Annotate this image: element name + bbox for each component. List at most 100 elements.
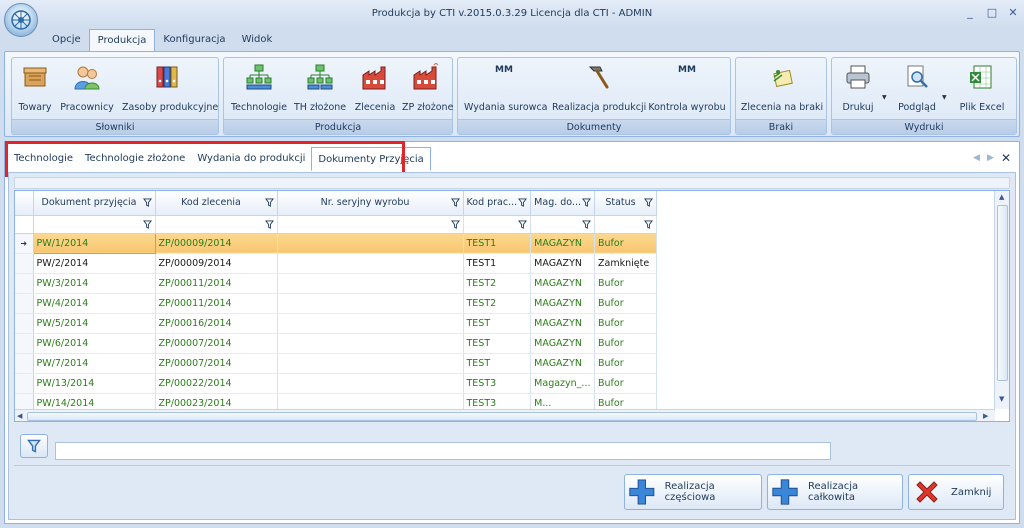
- cell-order[interactable]: ZP/00009/2014: [155, 233, 278, 254]
- plik-excel-button[interactable]: Plik Excel: [954, 61, 1010, 117]
- filter-cell[interactable]: [155, 215, 278, 234]
- column-filter-icon[interactable]: [518, 198, 528, 207]
- col-header-magazyn[interactable]: Mag. do...: [530, 191, 595, 216]
- podglad-button[interactable]: Podgląd: [892, 61, 942, 117]
- cell-warehouse[interactable]: Magazyn_...: [530, 373, 595, 394]
- cell-doc[interactable]: PW/3/2014: [33, 273, 156, 294]
- cell-order[interactable]: ZP/00011/2014: [155, 293, 278, 314]
- cell-status[interactable]: Bufor: [594, 233, 657, 254]
- zamknij-button[interactable]: Zamknij: [908, 474, 1004, 510]
- vertical-scrollbar[interactable]: ▲ ▼: [994, 191, 1009, 409]
- zlecenia-na-braki-button[interactable]: Zlecenia na braki: [740, 61, 824, 117]
- close-window-button[interactable]: ✕: [1006, 6, 1020, 20]
- cell-order[interactable]: ZP/00016/2014: [155, 313, 278, 334]
- cell-order[interactable]: ZP/00007/2014: [155, 353, 278, 374]
- cell-doc[interactable]: PW/5/2014: [33, 313, 156, 334]
- filter-editor-button[interactable]: [20, 434, 48, 458]
- filter-cell[interactable]: [530, 215, 595, 234]
- cell-status[interactable]: Bufor: [594, 293, 657, 314]
- th-zlozone-button[interactable]: TH złożone: [294, 61, 346, 117]
- column-filter-icon[interactable]: [450, 198, 460, 207]
- cell-order[interactable]: ZP/00007/2014: [155, 333, 278, 354]
- cell-warehouse[interactable]: MAGAZYN: [530, 273, 595, 294]
- tab-scroll-right-icon[interactable]: ▶: [987, 153, 994, 163]
- cell-order[interactable]: ZP/00011/2014: [155, 273, 278, 294]
- column-filter-icon[interactable]: [644, 198, 653, 207]
- realizacja-czesciowa-button[interactable]: Realizacja częściowa: [624, 474, 762, 510]
- col-header-kod-pracownika[interactable]: Kod prac...: [463, 191, 532, 216]
- drukuj-button[interactable]: Drukuj: [836, 61, 880, 117]
- cell-warehouse[interactable]: MAGAZYN: [530, 313, 595, 334]
- filter-icon[interactable]: [644, 219, 653, 229]
- podglad-dropdown-icon[interactable]: ▼: [942, 94, 947, 101]
- filter-icon[interactable]: [518, 219, 528, 229]
- cell-serial[interactable]: [277, 313, 464, 334]
- table-row[interactable]: PW/3/2014 ZP/00011/2014 TEST2 MAGAZYN Bu…: [15, 273, 657, 294]
- col-header-kod-zlecenia[interactable]: Kod zlecenia: [155, 191, 278, 216]
- cell-status[interactable]: Bufor: [594, 333, 657, 354]
- cell-worker[interactable]: TEST: [463, 333, 532, 354]
- cell-doc[interactable]: PW/7/2014: [33, 353, 156, 374]
- horizontal-scrollbar[interactable]: ◀ ▶: [15, 409, 995, 421]
- app-menu-orb-icon[interactable]: [4, 3, 38, 37]
- cell-worker[interactable]: TEST2: [463, 273, 532, 294]
- column-filter-icon[interactable]: [142, 198, 152, 207]
- filter-cell[interactable]: [33, 215, 156, 234]
- horizontal-scroll-thumb[interactable]: [27, 412, 977, 421]
- maximize-button[interactable]: □: [985, 6, 999, 20]
- cell-serial[interactable]: [277, 273, 464, 294]
- cell-serial[interactable]: [277, 353, 464, 374]
- cell-order[interactable]: ZP/00009/2014: [155, 253, 278, 274]
- column-filter-icon[interactable]: [264, 198, 274, 207]
- cell-worker[interactable]: TEST2: [463, 293, 532, 314]
- cell-serial[interactable]: [277, 373, 464, 394]
- pracownicy-button[interactable]: Pracownicy: [60, 61, 114, 117]
- tab-scroll-left-icon[interactable]: ◀: [973, 153, 980, 163]
- col-header-dokument-przyjecia[interactable]: Dokument przyjęcia: [33, 191, 156, 216]
- cell-serial[interactable]: [277, 333, 464, 354]
- table-row[interactable]: ➜ PW/1/2014 ZP/00009/2014 TEST1 MAGAZYN …: [15, 232, 657, 254]
- cell-worker[interactable]: TEST: [463, 353, 532, 374]
- vertical-scroll-thumb[interactable]: [997, 205, 1008, 381]
- col-header-nr-seryjny[interactable]: Nr. seryjny wyrobu: [277, 191, 464, 216]
- table-row[interactable]: PW/5/2014 ZP/00016/2014 TEST MAGAZYN Buf…: [15, 313, 657, 334]
- column-filter-icon[interactable]: [582, 198, 591, 207]
- cell-worker[interactable]: TEST1: [463, 253, 532, 274]
- scroll-right-icon[interactable]: ▶: [983, 412, 988, 420]
- realizacja-calkowita-button[interactable]: Realizacja całkowita: [767, 474, 903, 510]
- filter-icon[interactable]: [264, 219, 274, 229]
- cell-warehouse[interactable]: MAGAZYN: [530, 333, 595, 354]
- cell-status[interactable]: Zamknięte: [594, 253, 657, 274]
- table-row[interactable]: PW/6/2014 ZP/00007/2014 TEST MAGAZYN Buf…: [15, 333, 657, 354]
- cell-serial[interactable]: [277, 293, 464, 314]
- close-document-button[interactable]: ✕: [1001, 151, 1011, 165]
- filter-cell[interactable]: [594, 215, 657, 234]
- cell-warehouse[interactable]: MAGAZYN: [530, 253, 595, 274]
- table-row[interactable]: PW/13/2014 ZP/00022/2014 TEST3 Magazyn_.…: [15, 373, 657, 394]
- kontrola-wyrobu-button[interactable]: MM Kontrola wyrobu: [648, 61, 726, 117]
- filter-cell[interactable]: [277, 215, 464, 234]
- cell-doc[interactable]: PW/2/2014: [33, 253, 156, 274]
- zp-zlozone-button[interactable]: ZP złożone: [402, 61, 453, 117]
- cell-serial[interactable]: [277, 233, 464, 254]
- cell-status[interactable]: Bufor: [594, 313, 657, 334]
- table-row[interactable]: PW/7/2014 ZP/00007/2014 TEST MAGAZYN Buf…: [15, 353, 657, 374]
- drukuj-dropdown-icon[interactable]: ▼: [882, 94, 887, 101]
- filter-icon[interactable]: [450, 219, 460, 229]
- cell-warehouse[interactable]: MAGAZYN: [530, 353, 595, 374]
- towary-button[interactable]: Towary: [16, 61, 54, 117]
- tab-produkcja[interactable]: Produkcja: [88, 29, 156, 51]
- cell-status[interactable]: Bufor: [594, 273, 657, 294]
- filter-text-field[interactable]: [55, 442, 831, 460]
- tab-widok[interactable]: Widok: [234, 29, 281, 51]
- zasoby-produkcyjne-button[interactable]: Zasoby produkcyjne: [122, 61, 218, 117]
- minimize-button[interactable]: _: [963, 6, 977, 20]
- technologie-button[interactable]: Technologie: [230, 61, 288, 117]
- cell-doc[interactable]: PW/1/2014: [32, 232, 156, 254]
- cell-warehouse[interactable]: MAGAZYN: [530, 233, 595, 254]
- filter-icon[interactable]: [582, 219, 591, 229]
- table-row[interactable]: PW/2/2014 ZP/00009/2014 TEST1 MAGAZYN Za…: [15, 253, 657, 274]
- filter-icon[interactable]: [142, 219, 152, 229]
- cell-doc[interactable]: PW/4/2014: [33, 293, 156, 314]
- table-row[interactable]: PW/4/2014 ZP/00011/2014 TEST2 MAGAZYN Bu…: [15, 293, 657, 314]
